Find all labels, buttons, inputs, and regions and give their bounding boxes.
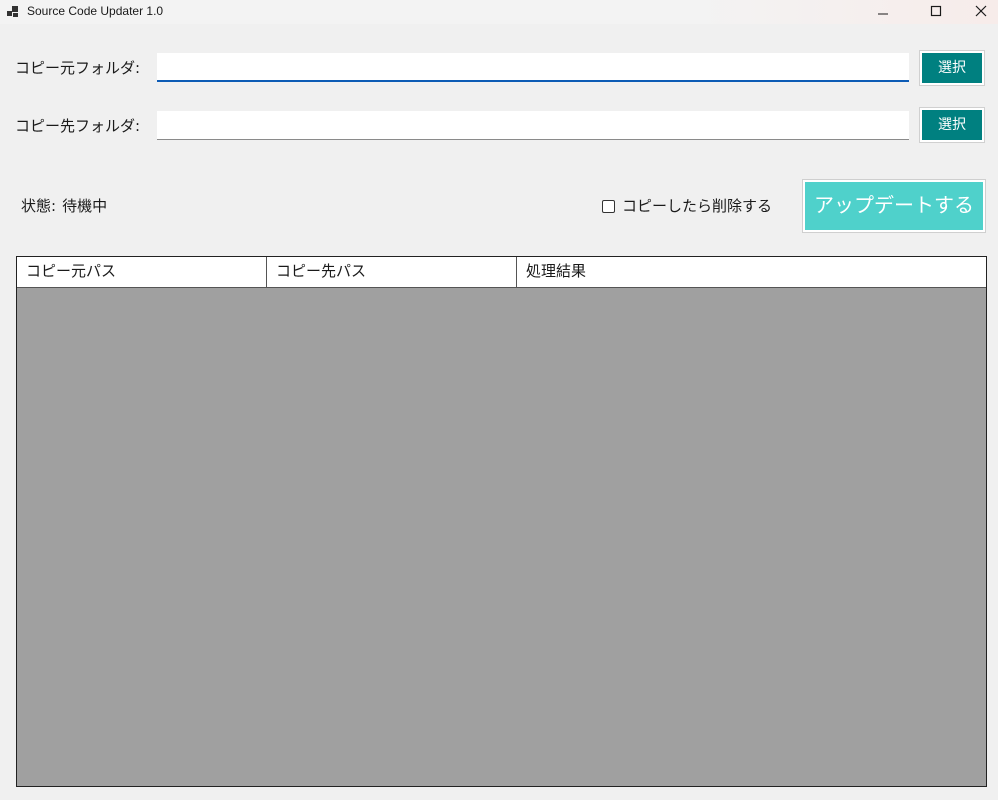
column-header-result[interactable]: 処理結果	[517, 257, 986, 287]
status-value: 待機中	[62, 197, 108, 215]
close-button[interactable]	[958, 0, 998, 22]
status-label: 状態:	[21, 197, 57, 215]
results-grid[interactable]: コピー元パス コピー先パス 処理結果	[16, 256, 987, 787]
delete-after-copy-label: コピーしたら削除する	[622, 197, 773, 215]
minimize-icon	[878, 13, 888, 15]
status-area: 状態: 待機中	[21, 196, 107, 216]
column-header-dest-path[interactable]: コピー先パス	[267, 257, 517, 287]
select-dest-button[interactable]: 選択	[920, 108, 984, 142]
column-header-source-path[interactable]: コピー元パス	[17, 257, 267, 287]
source-folder-label: コピー元フォルダ:	[15, 59, 141, 77]
grid-header: コピー元パス コピー先パス 処理結果	[17, 257, 986, 288]
title-bar[interactable]: Source Code Updater 1.0	[0, 0, 998, 24]
maximize-icon	[930, 5, 942, 17]
delete-after-copy-checkbox[interactable]	[602, 199, 615, 213]
select-source-button[interactable]: 選択	[920, 51, 984, 85]
minimize-button[interactable]	[860, 0, 906, 22]
delete-after-copy-option[interactable]: コピーしたら削除する	[602, 196, 772, 216]
source-folder-input[interactable]	[157, 53, 909, 82]
close-icon	[975, 5, 987, 17]
app-window: Source Code Updater 1.0 コピー元フォルダ: 選択 コピー…	[0, 0, 998, 800]
maximize-button[interactable]	[913, 0, 959, 22]
dest-folder-label: コピー先フォルダ:	[15, 117, 141, 135]
dest-folder-input[interactable]	[157, 111, 909, 140]
app-icon	[6, 4, 20, 18]
window-title: Source Code Updater 1.0	[27, 4, 164, 18]
update-button[interactable]: アップデートする	[803, 180, 985, 232]
